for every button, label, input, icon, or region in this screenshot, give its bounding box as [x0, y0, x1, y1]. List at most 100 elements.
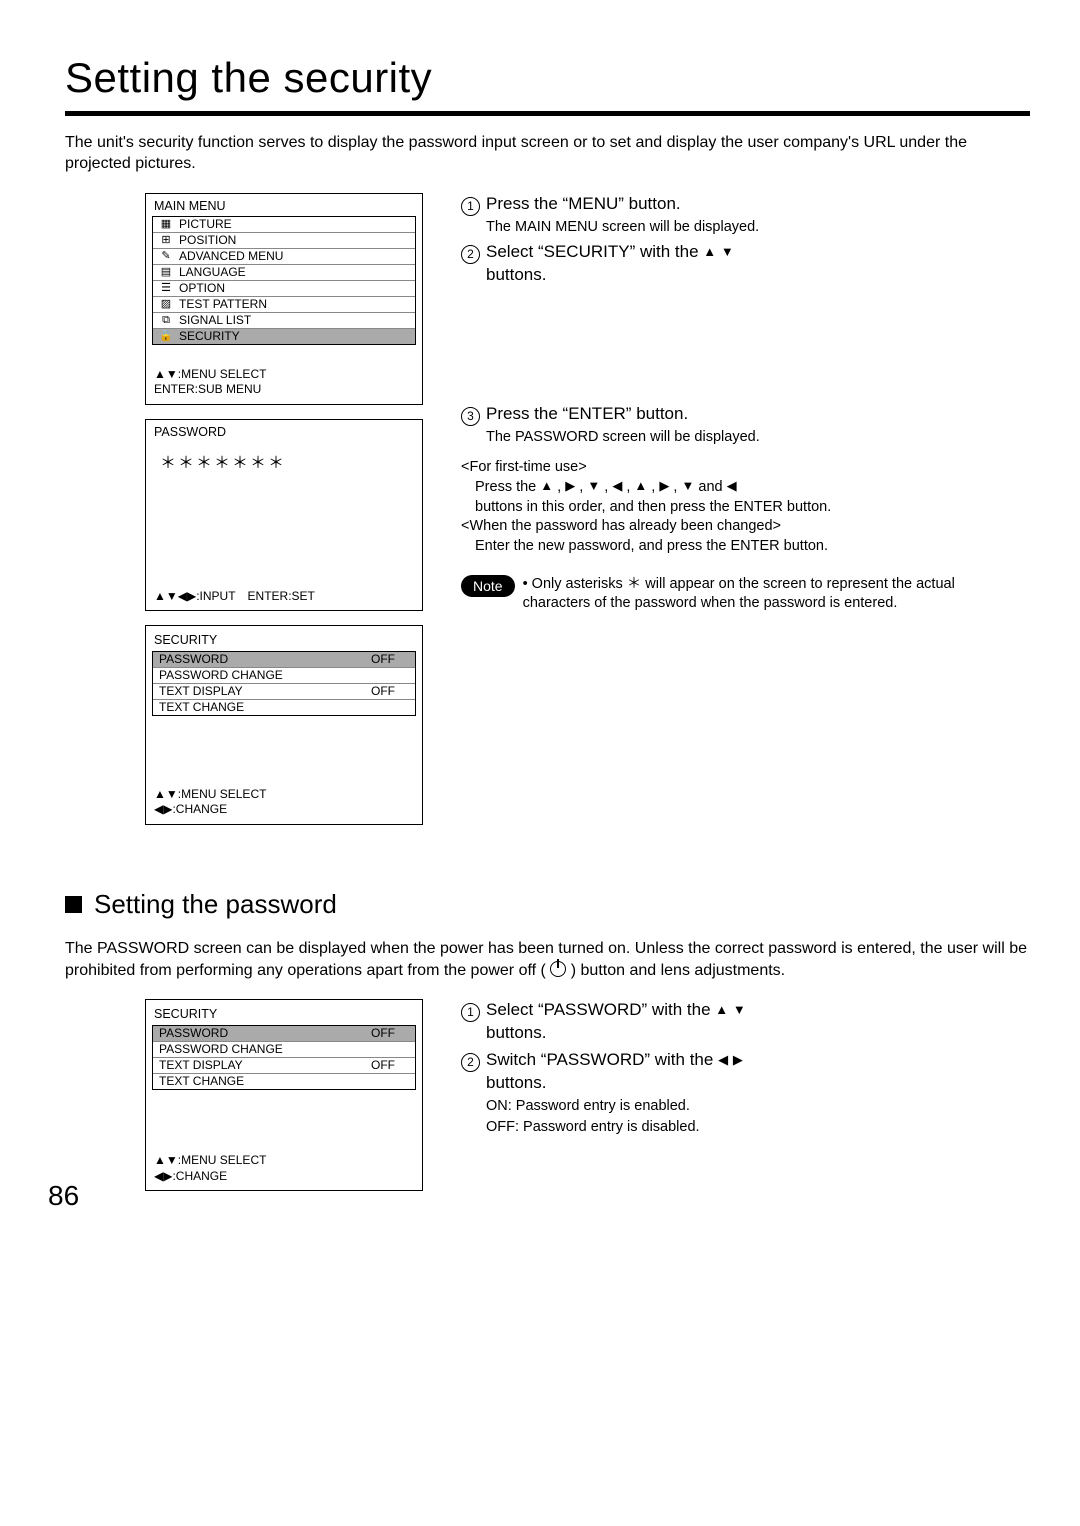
osd-password-footer: ▲▼◀▶:INPUT ENTER:SET	[154, 588, 315, 604]
osd-security-row: PASSWORD CHANGE	[153, 1042, 415, 1058]
sec-row-label: TEXT DISPLAY	[159, 683, 365, 699]
triangle-left-icon: ◀	[727, 478, 737, 493]
power-icon	[550, 961, 566, 977]
step-2-a: Select “SECURITY” with the	[486, 242, 703, 261]
osd-security-row: PASSWORDOFF	[153, 652, 415, 668]
step-2-b: buttons.	[486, 265, 547, 284]
osd-sec1-footer2: ◀▶:CHANGE	[154, 802, 266, 818]
osd-security-row: TEXT CHANGE	[153, 700, 415, 715]
osd-main-menu-row: 🔒 SECURITY	[153, 329, 415, 344]
osd-security-row: TEXT DISPLAY OFF	[153, 684, 415, 700]
menu-item-icon: ⊞	[159, 234, 173, 246]
osd-sec2-footer2: ◀▶:CHANGE	[154, 1169, 266, 1185]
triangle-right-icon: ▶	[733, 1052, 743, 1067]
triangle-up-icon: ▲	[715, 1002, 728, 1017]
step-b1-text: Select “PASSWORD” with the ▲ ▼ buttons.	[486, 999, 746, 1045]
menu-item-label: PICTURE	[179, 218, 411, 231]
menu-item-icon: ⧉	[159, 314, 173, 326]
osd-main-menu-footer1: ▲▼:MENU SELECT	[154, 367, 266, 383]
osd-password: PASSWORD ＊＊＊＊＊＊＊ ▲▼◀▶:INPUT ENTER:SET	[145, 419, 423, 611]
menu-item-label: LANGUAGE	[179, 266, 411, 279]
osd-security-row: PASSWORD OFF	[153, 1026, 415, 1042]
osd-security-row: PASSWORD CHANGE	[153, 668, 415, 684]
osd-security-row: TEXT DISPLAYOFF	[153, 1058, 415, 1074]
menu-item-icon: ▦	[159, 218, 173, 230]
section-2-heading-text: Setting the password	[94, 887, 337, 922]
triangle-up-icon: ▲	[634, 478, 647, 493]
triangle-down-icon: ▼	[681, 478, 694, 493]
step-3-text: Press the “ENTER” button.	[486, 403, 760, 426]
osd-security-2: SECURITY PASSWORDOFFPASSWORD CHANGETEXT …	[145, 999, 423, 1191]
page-title: Setting the security	[65, 50, 1030, 107]
sec2-intro-b: ) button and lens adjustments.	[571, 962, 785, 979]
sec-row-value: OFF	[371, 651, 411, 667]
first-time-h: <For first-time use>	[461, 458, 1026, 478]
step-b2-marker: 2	[461, 1053, 480, 1072]
ft-a: Press the	[475, 479, 540, 495]
step-2-marker: 2	[461, 245, 480, 264]
first-time-l2: buttons in this order, and then press th…	[475, 498, 1026, 518]
step-1-marker: 1	[461, 197, 480, 216]
section-2-intro: The PASSWORD screen can be displayed whe…	[65, 938, 1030, 981]
osd-main-menu-row: ⊞POSITION	[153, 233, 415, 249]
step-b1-marker: 1	[461, 1003, 480, 1022]
osd-main-menu-footer2: ENTER:SUB MENU	[154, 382, 266, 398]
menu-item-icon: 🔒	[159, 330, 173, 342]
page-number: 86	[48, 1177, 79, 1215]
sec2-intro-a: The PASSWORD screen can be displayed whe…	[65, 940, 1027, 979]
sb2-b: buttons.	[486, 1073, 547, 1092]
sec-row-label: PASSWORD CHANGE	[159, 667, 365, 683]
menu-item-icon: ▨	[159, 298, 173, 310]
osd-sec2-title: SECURITY	[152, 1004, 416, 1025]
sec-row-label: PASSWORD	[159, 1025, 365, 1041]
step-1-sub: The MAIN MENU screen will be displayed.	[486, 218, 759, 238]
osd-sec1-title: SECURITY	[152, 630, 416, 651]
triangle-up-icon: ▲	[540, 478, 553, 493]
osd-main-menu-row: ▦ PICTURE	[153, 217, 415, 233]
step-2-text: Select “SECURITY” with the ▲ ▼ buttons.	[486, 241, 734, 287]
osd-main-menu-row: ✎ ADVANCED MENU	[153, 249, 415, 265]
sb2-a: Switch “PASSWORD” with the	[486, 1050, 718, 1069]
menu-item-icon: ✎	[159, 250, 173, 262]
menu-item-label: SECURITY	[179, 330, 411, 343]
menu-item-label: TEST PATTERN	[179, 298, 411, 311]
osd-main-menu-row: ☰ OPTION	[153, 281, 415, 297]
osd-main-menu-row: ⧉SIGNAL LIST	[153, 313, 415, 329]
osd-main-menu: MAIN MENU ▦ PICTURE ⊞POSITION✎ ADVANCED MEN…	[145, 193, 423, 405]
menu-item-icon: ☰	[159, 282, 173, 294]
sec-row-value: OFF	[371, 1057, 411, 1073]
step-3-sub: The PASSWORD screen will be displayed.	[486, 428, 760, 448]
menu-item-icon: ▤	[159, 266, 173, 278]
triangle-left-icon: ◀	[718, 1052, 728, 1067]
sec-row-value: OFF	[371, 683, 411, 699]
section-2-heading: Setting the password	[65, 887, 1030, 922]
step-3-marker: 3	[461, 407, 480, 426]
sec-row-label: TEXT CHANGE	[159, 699, 365, 715]
sec-row-label: TEXT CHANGE	[159, 1073, 365, 1089]
triangle-up-icon: ▲	[703, 244, 716, 259]
note-text: • Only asterisks ＊ will appear on the sc…	[523, 575, 1026, 614]
osd-security-row: TEXT CHANGE	[153, 1074, 415, 1089]
note-label: Note	[461, 575, 515, 597]
osd-main-menu-row: ▨ TEST PATTERN	[153, 297, 415, 313]
osd-main-menu-row: ▤ LANGUAGE	[153, 265, 415, 281]
triangle-right-icon: ▶	[565, 478, 575, 493]
triangle-left-icon: ◀	[612, 478, 622, 493]
step-b2-text: Switch “PASSWORD” with the ◀ ▶ buttons.	[486, 1049, 743, 1095]
ft-b: and	[698, 479, 726, 495]
sb1-a: Select “PASSWORD” with the	[486, 1000, 715, 1019]
osd-sec2-footer1: ▲▼:MENU SELECT	[154, 1153, 266, 1169]
triangle-right-icon: ▶	[659, 478, 669, 493]
osd-main-menu-title: MAIN MENU	[152, 198, 416, 216]
sec-row-value: OFF	[371, 1025, 411, 1041]
osd-sec1-footer1: ▲▼:MENU SELECT	[154, 787, 266, 803]
square-bullet-icon	[65, 896, 82, 913]
step-b2-sub1: ON: Password entry is enabled.	[486, 1097, 743, 1117]
changed-h: <When the password has already been chan…	[461, 517, 1026, 537]
menu-item-label: ADVANCED MENU	[179, 250, 411, 263]
osd-security-1: SECURITY PASSWORDOFFPASSWORD CHANGETEXT …	[145, 625, 423, 825]
sec-row-label: PASSWORD CHANGE	[159, 1041, 365, 1057]
triangle-down-icon: ▼	[587, 478, 600, 493]
menu-item-label: OPTION	[179, 282, 411, 295]
intro-text: The unit's security function serves to d…	[65, 132, 1030, 175]
